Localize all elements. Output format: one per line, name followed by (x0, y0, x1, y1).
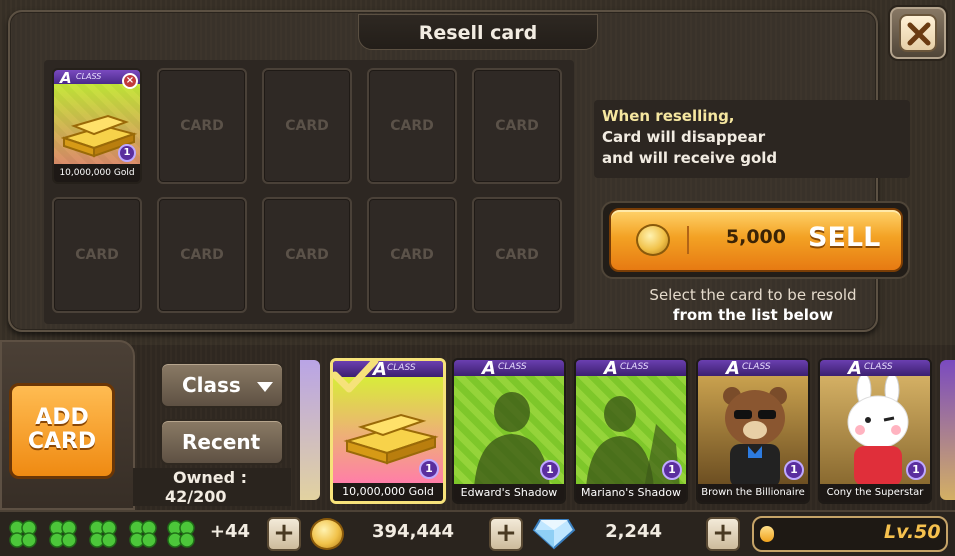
class-label: CLASS (620, 362, 649, 372)
clover-icon (129, 520, 157, 548)
list-card[interactable]: A CLASS 1 10,000,000 Gold (330, 358, 446, 504)
empty-card-slot[interactable]: CARD (157, 68, 247, 184)
remove-card-icon[interactable]: × (122, 73, 138, 89)
close-icon (899, 14, 937, 52)
resell-slot-card[interactable]: A CLASS × 1 10,000,000 Gold (52, 68, 142, 184)
player-level: Lv.50 (884, 521, 941, 543)
owned-value: 42/200 (165, 487, 227, 506)
sort-class-label: Class (182, 373, 241, 397)
empty-card-slot[interactable]: CARD (367, 197, 457, 313)
card-level-badge: 1 (540, 460, 560, 480)
sell-price: 5,000 (725, 226, 786, 248)
list-card[interactable]: A CLASS 1 Mariano's Shadow (574, 358, 688, 504)
close-button[interactable] (888, 5, 948, 61)
hint-line-2: from the list below (672, 306, 834, 324)
sort-class-dropdown[interactable]: Class (160, 362, 284, 408)
list-card[interactable]: A CLASS 1 Edward's Shadow (452, 358, 566, 504)
info-line-3: and will receive gold (602, 149, 778, 167)
card-level-badge: 1 (118, 144, 136, 162)
gold-coin-icon (636, 224, 670, 256)
card-level-badge: 1 (784, 460, 804, 480)
class-letter: A (726, 358, 740, 379)
clover-icon (49, 520, 77, 548)
owned-label: Owned : (173, 468, 248, 487)
list-card[interactable]: A CLASS 1 Brown the Billionaire (696, 358, 810, 504)
empty-card-slot[interactable]: CARD (262, 197, 352, 313)
partial-card (300, 360, 320, 500)
sell-divider (687, 226, 689, 254)
resell-screen: Resell card A CLASS × 1 10,000,000 Gold … (0, 0, 955, 556)
card-level-badge: 1 (662, 460, 682, 480)
class-label: CLASS (387, 363, 416, 373)
dialog-title: Resell card (358, 14, 598, 50)
info-line-1: When reselling, (602, 107, 735, 125)
clover-icon (9, 520, 37, 548)
card-name: Brown the Billionaire (698, 484, 808, 502)
xp-bar-fill (760, 526, 774, 542)
class-label: CLASS (864, 362, 893, 372)
empty-card-slot[interactable]: CARD (157, 197, 247, 313)
add-gem-button[interactable]: + (706, 517, 740, 551)
sell-label: SELL (808, 222, 881, 253)
sort-recent-button[interactable]: Recent (160, 419, 284, 465)
empty-card-slot[interactable]: CARD (472, 197, 562, 313)
checkmark-icon (333, 361, 379, 393)
gold-amount: 394,444 (372, 521, 454, 542)
class-label: CLASS (742, 362, 771, 372)
clover-icon (89, 520, 117, 548)
diamond-icon (532, 519, 576, 550)
empty-card-slot[interactable]: CARD (472, 68, 562, 184)
empty-card-slot[interactable]: CARD (262, 68, 352, 184)
add-card-line-2: CARD (27, 429, 97, 454)
card-name: 10,000,000 Gold (54, 164, 140, 182)
card-level-badge: 1 (906, 460, 926, 480)
add-card-button[interactable]: ADD CARD (9, 383, 115, 479)
info-line-2: Card will disappear (602, 128, 766, 146)
chevron-down-icon (257, 382, 273, 392)
card-name: Edward's Shadow (454, 484, 564, 502)
add-clover-button[interactable]: + (267, 517, 301, 551)
class-letter: A (604, 358, 618, 379)
card-name: Mariano's Shadow (576, 484, 686, 502)
card-name: 10,000,000 Gold (333, 483, 443, 501)
hint-line-1: Select the card to be resold (649, 286, 857, 304)
class-letter: A (60, 69, 72, 87)
add-card-line-1: ADD (35, 405, 89, 430)
gold-coin-icon (310, 518, 344, 550)
class-label: CLASS (76, 72, 102, 81)
empty-card-slot[interactable]: CARD (367, 68, 457, 184)
partial-card (940, 360, 955, 500)
select-hint: Select the card to be resold from the li… (600, 285, 906, 325)
empty-card-slot[interactable]: CARD (52, 197, 142, 313)
clover-extra: +44 (209, 521, 250, 542)
owned-count: Owned : 42/200 (133, 468, 291, 506)
gem-amount: 2,244 (605, 521, 662, 542)
card-level-badge: 1 (419, 459, 439, 479)
class-letter: A (482, 358, 496, 379)
list-card[interactable]: A CLASS 1 Cony the Superstar (818, 358, 932, 504)
class-label: CLASS (498, 362, 527, 372)
clover-icon (167, 520, 195, 548)
class-letter: A (848, 358, 862, 379)
add-gold-button[interactable]: + (489, 517, 523, 551)
resell-info-box: When reselling, Card will disappear and … (594, 100, 910, 178)
sort-recent-label: Recent (182, 430, 261, 454)
card-name: Cony the Superstar (820, 484, 930, 502)
card-list[interactable]: A CLASS 1 10,000,000 Gold A CLASS 1 Edwa… (300, 356, 955, 508)
